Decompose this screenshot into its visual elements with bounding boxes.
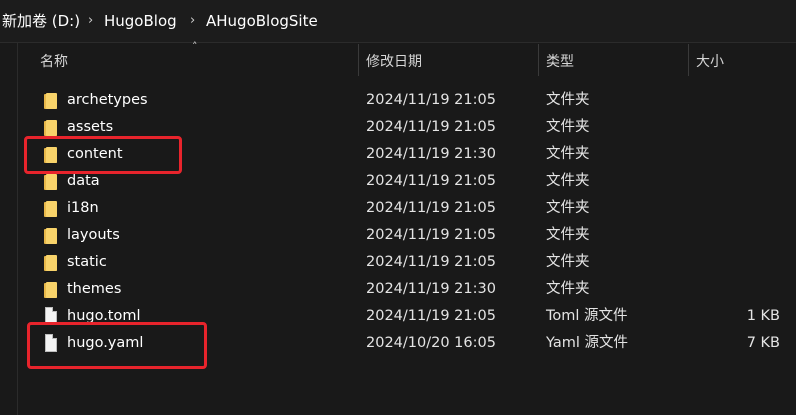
file-name: static [67, 254, 107, 270]
file-modified: 2024/11/19 21:30 [366, 146, 496, 162]
file-size: 7 KB [746, 335, 780, 351]
highlight-box-hugo-yaml [27, 322, 207, 369]
folder-icon [44, 93, 58, 109]
file-name: archetypes [67, 92, 148, 108]
breadcrumb-ahugoblogsite[interactable]: AHugoBlogSite [206, 12, 318, 30]
folder-icon [44, 255, 58, 271]
list-item[interactable]: archetypes 2024/11/19 21:05 文件夹 [0, 87, 796, 114]
file-type: 文件夹 [546, 173, 590, 189]
folder-icon [44, 228, 58, 244]
file-name: layouts [67, 227, 120, 243]
file-name: i18n [67, 200, 99, 216]
folder-icon [44, 201, 58, 217]
sort-ascending-icon: ˄ [192, 40, 198, 53]
list-item[interactable]: static 2024/11/19 21:05 文件夹 [0, 249, 796, 276]
file-type: 文件夹 [546, 200, 590, 216]
address-bar[interactable]: 新加卷 (D:) › HugoBlog › AHugoBlogSite [0, 0, 796, 43]
file-type: 文件夹 [546, 281, 590, 297]
list-item[interactable]: layouts 2024/11/19 21:05 文件夹 [0, 222, 796, 249]
file-type: 文件夹 [546, 227, 590, 243]
column-divider[interactable] [358, 44, 359, 76]
chevron-right-icon[interactable]: › [88, 12, 93, 30]
folder-icon [44, 174, 58, 190]
file-type: 文件夹 [546, 119, 590, 135]
file-type: 文件夹 [546, 254, 590, 270]
column-divider[interactable] [688, 44, 689, 76]
column-header-name[interactable]: 名称 [40, 52, 68, 72]
file-type: Toml 源文件 [546, 308, 628, 324]
column-divider[interactable] [538, 44, 539, 76]
file-type: 文件夹 [546, 92, 590, 108]
file-modified: 2024/11/19 21:05 [366, 254, 496, 270]
column-header-modified[interactable]: 修改日期 [366, 52, 422, 72]
file-name: themes [67, 281, 122, 297]
file-modified: 2024/11/19 21:05 [366, 173, 496, 189]
file-name: assets [67, 119, 114, 135]
folder-icon [44, 120, 58, 136]
file-size: 1 KB [746, 308, 780, 324]
folder-icon [44, 282, 58, 298]
file-modified: 2024/10/20 16:05 [366, 335, 496, 351]
breadcrumb-drive[interactable]: 新加卷 (D:) [2, 12, 80, 30]
file-modified: 2024/11/19 21:05 [366, 119, 496, 135]
column-header-type[interactable]: 类型 [546, 52, 574, 72]
file-type: 文件夹 [546, 146, 590, 162]
file-modified: 2024/11/19 21:05 [366, 227, 496, 243]
highlight-box-content [24, 136, 182, 174]
file-name: data [67, 173, 100, 189]
file-modified: 2024/11/19 21:05 [366, 92, 496, 108]
file-modified: 2024/11/19 21:05 [366, 308, 496, 324]
chevron-right-icon[interactable]: › [190, 12, 195, 30]
file-modified: 2024/11/19 21:30 [366, 281, 496, 297]
breadcrumb-hugoblog[interactable]: HugoBlog [104, 12, 177, 30]
column-header-size[interactable]: 大小 [696, 52, 724, 72]
list-item[interactable]: i18n 2024/11/19 21:05 文件夹 [0, 195, 796, 222]
file-modified: 2024/11/19 21:05 [366, 200, 496, 216]
list-item[interactable]: themes 2024/11/19 21:30 文件夹 [0, 276, 796, 303]
file-type: Yaml 源文件 [546, 335, 629, 351]
